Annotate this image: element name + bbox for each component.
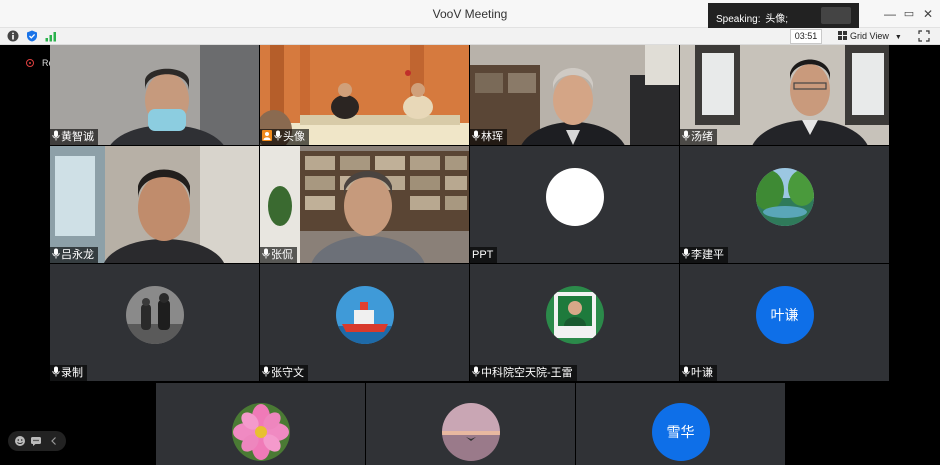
- participant-nameplate: 张侃: [260, 247, 297, 263]
- participant-nameplate: 黄智诚: [50, 129, 98, 145]
- participant-tile[interactable]: 张侃: [260, 146, 469, 263]
- chevron-left-icon[interactable]: [48, 435, 60, 447]
- participant-tile[interactable]: 张守文: [260, 264, 469, 381]
- participant-nameplate: 吕永龙: [50, 247, 98, 263]
- grid-view-selector[interactable]: Grid View ▼: [838, 29, 902, 44]
- title-bar: VooV Meeting Speaking: 头像; — ▭ ✕: [0, 0, 940, 28]
- participant-name: 张守文: [271, 367, 304, 379]
- floating-controls: [8, 431, 66, 451]
- chevron-down-icon: ▼: [894, 34, 902, 41]
- speaking-avatar: [821, 7, 851, 24]
- participant-tile[interactable]: 叶谦 叶谦: [680, 264, 889, 381]
- participant-avatar: [441, 403, 500, 461]
- participant-avatar: 雪华: [651, 403, 710, 461]
- mic-icon: [52, 366, 60, 377]
- participant-name: 中科院空天院-王雷: [481, 367, 573, 379]
- participant-tile[interactable]: 黄智诚: [50, 45, 259, 145]
- participant-nameplate: 中科院空天院-王雷: [470, 365, 577, 381]
- grid-view-label: Grid View: [850, 31, 889, 41]
- participant-video: [260, 146, 469, 263]
- mic-icon: [472, 366, 480, 377]
- mic-icon: [472, 130, 480, 141]
- mic-icon: [52, 130, 60, 141]
- host-icon: [262, 130, 272, 141]
- participant-nameplate: 李建平: [680, 247, 728, 263]
- grid-icon: [838, 31, 847, 40]
- mic-icon: [52, 248, 60, 259]
- participant-tile[interactable]: 雪华: [576, 383, 785, 465]
- participant-avatar: [755, 168, 814, 226]
- participant-name: 头像: [283, 131, 305, 143]
- participant-avatar: [231, 403, 290, 461]
- participant-nameplate: 张守文: [260, 365, 308, 381]
- participant-name: 叶谦: [691, 367, 713, 379]
- participant-tile[interactable]: 头像: [260, 45, 469, 145]
- participant-nameplate: 录制: [50, 365, 87, 381]
- participant-name: 张侃: [271, 249, 293, 261]
- participant-video: [50, 146, 259, 263]
- participant-tile[interactable]: [366, 383, 575, 465]
- participant-name: 林珲: [481, 131, 503, 143]
- participant-name: PPT: [472, 249, 494, 261]
- record-icon: [26, 59, 34, 67]
- mic-icon: [682, 366, 690, 377]
- speaking-label: Speaking:: [716, 14, 761, 25]
- participant-name: 李建平: [691, 249, 724, 261]
- signal-icon[interactable]: [45, 30, 57, 42]
- participant-tile[interactable]: 李建平: [680, 146, 889, 263]
- participant-avatar: [545, 168, 604, 226]
- participant-name: 录制: [61, 367, 83, 379]
- mic-icon: [262, 248, 270, 259]
- participant-tile[interactable]: PPT: [470, 146, 679, 263]
- participant-tile[interactable]: 录制: [50, 264, 259, 381]
- participant-tile[interactable]: 林珲: [470, 45, 679, 145]
- fullscreen-icon[interactable]: [918, 30, 930, 42]
- meeting-timer: 03:51: [790, 29, 822, 44]
- speaking-name: 头像;: [765, 14, 789, 25]
- participant-name: 汤绪: [691, 131, 713, 143]
- participant-avatar: 叶谦: [755, 286, 814, 344]
- participant-nameplate: 叶谦: [680, 365, 717, 381]
- mic-icon: [262, 366, 270, 377]
- toolbar: 03:51 Grid View ▼: [0, 28, 940, 45]
- participant-nameplate: 头像: [260, 129, 309, 145]
- participant-avatar: [125, 286, 184, 344]
- participant-tile[interactable]: 中科院空天院-王雷: [470, 264, 679, 381]
- participant-avatar: [545, 286, 604, 344]
- participant-name: 吕永龙: [61, 249, 94, 261]
- minimize-button[interactable]: —: [880, 4, 900, 24]
- shield-icon[interactable]: [26, 30, 38, 42]
- participant-nameplate: 林珲: [470, 129, 507, 145]
- participant-tile[interactable]: 吕永龙: [50, 146, 259, 263]
- close-button[interactable]: ✕: [918, 4, 938, 24]
- chat-icon[interactable]: [30, 435, 42, 447]
- emoji-icon[interactable]: [14, 435, 26, 447]
- participant-tile[interactable]: 汤绪: [680, 45, 889, 145]
- participant-name: 黄智诚: [61, 131, 94, 143]
- speaking-indicator: Speaking: 头像;: [708, 3, 859, 28]
- participant-nameplate: 汤绪: [680, 129, 717, 145]
- participant-avatar: [335, 286, 394, 344]
- mic-icon: [682, 130, 690, 141]
- maximize-button[interactable]: ▭: [899, 4, 919, 24]
- info-icon[interactable]: [7, 30, 19, 42]
- mic-icon: [682, 248, 690, 259]
- participant-tile[interactable]: [156, 383, 365, 465]
- mic-icon: [274, 130, 282, 141]
- participant-nameplate: PPT: [470, 247, 498, 263]
